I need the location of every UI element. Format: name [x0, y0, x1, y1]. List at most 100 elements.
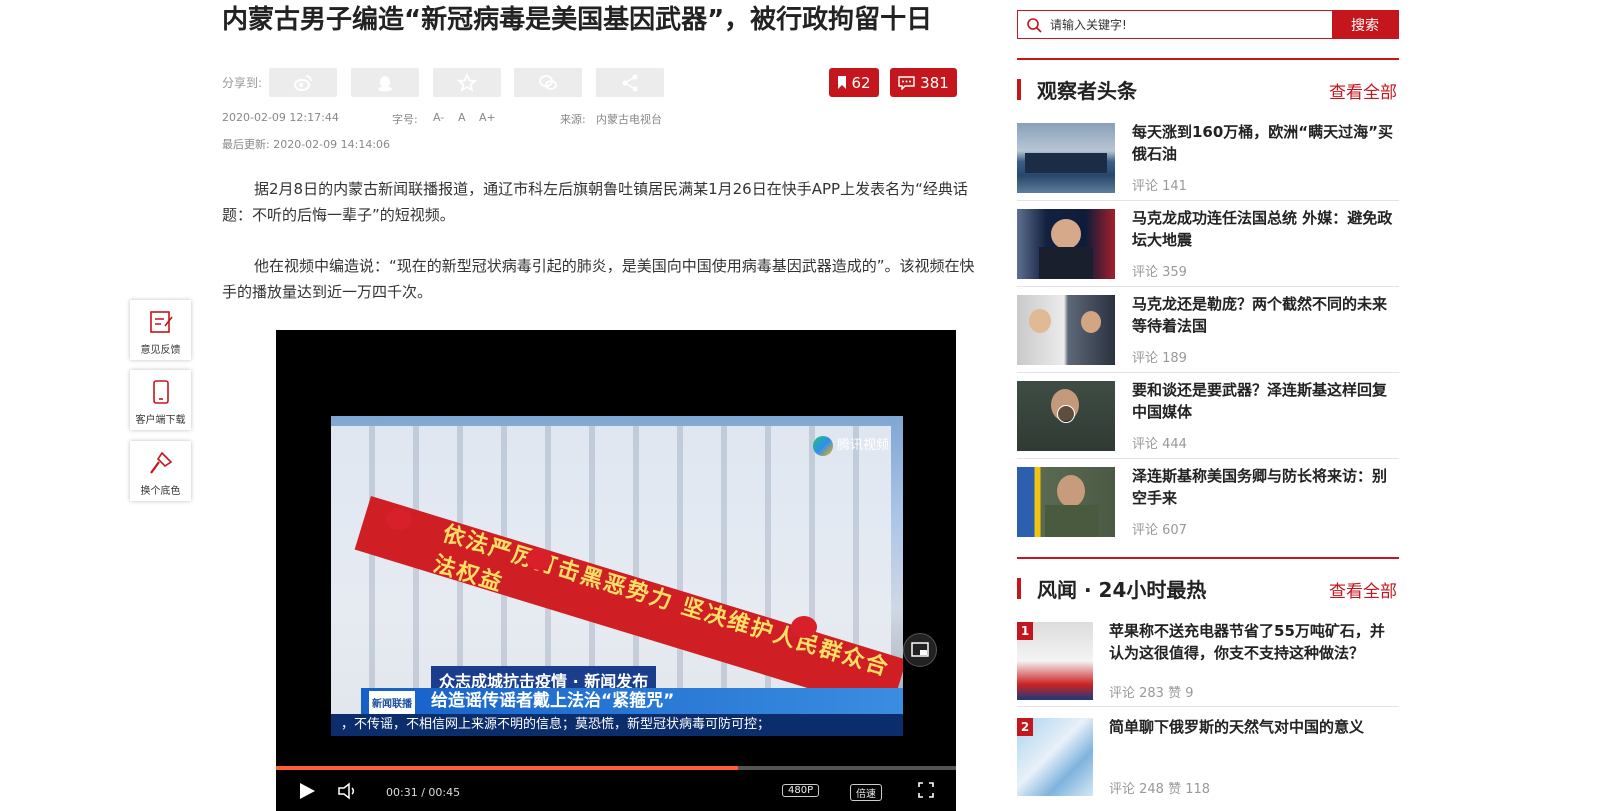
- bookmark-icon: [838, 76, 847, 89]
- hot-thumbnail[interactable]: 2: [1017, 718, 1093, 796]
- news-comments: 评论 141: [1132, 179, 1187, 194]
- rank-badge: 2: [1017, 718, 1033, 736]
- share-icon: [622, 74, 638, 91]
- publish-time: 2020-02-09 12:17:44: [222, 111, 339, 124]
- fullscreen-icon[interactable]: [918, 782, 934, 798]
- lantern: [386, 508, 412, 530]
- news-comments: 评论 444: [1132, 437, 1187, 452]
- share-qq-button[interactable]: [351, 68, 419, 97]
- see-all-hot-link[interactable]: 查看全部: [1329, 577, 1397, 602]
- hot-meta: 评论 283 赞 9: [1109, 686, 1194, 701]
- portrait-shape: [1057, 475, 1085, 507]
- update-time: 最后更新: 2020-02-09 14:14:06: [222, 138, 391, 151]
- portrait-shape: [1081, 311, 1101, 333]
- video-player[interactable]: 依法严厉打击黑恶势力 坚决维护人民群众合法权益 腾讯视频 众志成城抗击疫情 · …: [276, 330, 956, 811]
- speed-button[interactable]: 倍速: [850, 784, 882, 801]
- lantern: [791, 616, 817, 638]
- hot-item[interactable]: 1 苹果称不送充电器节省了55万吨矿石，并认为这很值得，你支不支持这种做法？ 评…: [1017, 622, 1399, 707]
- article-title: 内蒙古男子编造“新冠病毒是美国基因武器”，被行政拘留十日: [222, 5, 933, 35]
- font-normal-button[interactable]: A: [458, 111, 466, 124]
- news-comments: 评论 189: [1132, 351, 1187, 366]
- quality-button[interactable]: 480P: [782, 784, 820, 797]
- client-download-button[interactable]: 客户端下载: [130, 370, 191, 430]
- comment-count-button[interactable]: 381: [890, 68, 957, 97]
- qq-icon: [378, 75, 392, 91]
- share-more-button[interactable]: [596, 68, 664, 97]
- portrait-shape: [1039, 247, 1093, 279]
- news-thumbnail[interactable]: [1017, 295, 1115, 365]
- share-label: 分享到:: [222, 76, 263, 90]
- tool-label: 换个底色: [140, 486, 181, 497]
- play-overlay-icon: [1057, 405, 1075, 423]
- play-icon[interactable]: [298, 782, 316, 800]
- phone-icon: [152, 380, 169, 404]
- video-caption-main: 新闻联播 给造谣传谣者戴上法治“紧箍咒”: [361, 688, 903, 719]
- volume-icon[interactable]: [338, 782, 360, 800]
- video-frame[interactable]: 依法严厉打击黑恶势力 坚决维护人民群众合法权益 腾讯视频 众志成城抗击疫情 · …: [331, 416, 903, 736]
- rank-badge: 1: [1017, 622, 1033, 640]
- search-button[interactable]: 搜索: [1332, 11, 1398, 38]
- headline-item[interactable]: 要和谈还是要武器？泽连斯基这样回复中国媒体 评论 444: [1017, 381, 1399, 459]
- ship-shape: [1025, 153, 1107, 173]
- section-title-hot: 风闻 · 24小时最热: [1017, 574, 1206, 603]
- favorite-button[interactable]: [433, 68, 501, 97]
- headline-item[interactable]: 马克龙成功连任法国总统 外媒：避免政坛大地震 评论 359: [1017, 209, 1399, 287]
- search-input[interactable]: [1048, 11, 1332, 38]
- search-icon: [1027, 18, 1042, 33]
- hot-item[interactable]: 2 简单聊下俄罗斯的天然气对中国的意义 评论 248 赞 118: [1017, 718, 1399, 803]
- font-size-label: 字号:: [392, 113, 418, 126]
- hot-meta: 评论 248 赞 118: [1109, 782, 1211, 797]
- source-value: 内蒙古电视台: [596, 113, 662, 126]
- portrait-shape: [1045, 505, 1099, 537]
- share-weibo-button[interactable]: [269, 68, 337, 97]
- news-thumbnail[interactable]: [1017, 209, 1115, 279]
- weibo-icon: [294, 74, 312, 91]
- headline-item[interactable]: 每天涨到160万桶，欧洲“瞒天过海”买俄石油 评论 141: [1017, 123, 1399, 201]
- font-increase-button[interactable]: A+: [479, 111, 496, 124]
- picture-in-picture-button[interactable]: [903, 633, 937, 667]
- lantern: [526, 548, 552, 570]
- video-controls: 00:31 / 00:45 480P 倍速: [276, 770, 956, 811]
- section-divider: [1017, 58, 1399, 60]
- comment-count: 381: [920, 73, 949, 92]
- news-title[interactable]: 每天涨到160万桶，欧洲“瞒天过海”买俄石油: [1132, 121, 1397, 165]
- video-time: 00:31 / 00:45: [386, 786, 461, 799]
- font-decrease-button[interactable]: A-: [433, 111, 444, 124]
- hot-thumbnail[interactable]: 1: [1017, 622, 1093, 700]
- news-title[interactable]: 泽连斯基称美国务卿与防长将来访：别空手来: [1132, 465, 1397, 509]
- news-comments: 评论 359: [1132, 265, 1187, 280]
- comment-icon: [898, 75, 915, 90]
- share-wechat-button[interactable]: [514, 68, 582, 97]
- tencent-logo-icon: [812, 435, 833, 456]
- article-paragraph: 据2月8日的内蒙古新闻联播报道，通辽市科左后旗朝鲁吐镇居民满某1月26日在快手A…: [222, 180, 968, 224]
- hot-title[interactable]: 苹果称不送充电器节省了55万吨矿石，并认为这很值得，你支不支持这种做法？: [1109, 620, 1399, 664]
- search-bar: 搜索: [1017, 10, 1399, 39]
- news-thumbnail[interactable]: [1017, 123, 1115, 193]
- tool-label: 意见反馈: [140, 345, 181, 356]
- news-comments: 评论 607: [1132, 523, 1187, 538]
- source-label: 来源:: [560, 113, 586, 126]
- headline-item[interactable]: 马克龙还是勒庞？两个截然不同的未来等待着法国 评论 189: [1017, 295, 1399, 373]
- tool-label: 客户端下载: [135, 415, 186, 426]
- news-thumbnail[interactable]: [1017, 467, 1115, 537]
- change-background-button[interactable]: 换个底色: [130, 441, 191, 501]
- feedback-button[interactable]: 意见反馈: [130, 300, 191, 360]
- see-all-headlines-link[interactable]: 查看全部: [1329, 78, 1397, 103]
- article-paragraph: 他在视频中编造说：“现在的新型冠状病毒引起的肺炎，是美国向中国使用病毒基因武器造…: [222, 257, 975, 301]
- news-title[interactable]: 马克龙成功连任法国总统 外媒：避免政坛大地震: [1132, 207, 1397, 251]
- news-thumbnail[interactable]: [1017, 381, 1115, 451]
- portrait-shape: [1051, 219, 1081, 249]
- bookmark-count-button[interactable]: 62: [829, 68, 879, 97]
- hot-title[interactable]: 简单聊下俄罗斯的天然气对中国的意义: [1109, 716, 1399, 738]
- news-title[interactable]: 马克龙还是勒庞？两个截然不同的未来等待着法国: [1132, 293, 1397, 337]
- news-title[interactable]: 要和谈还是要武器？泽连斯基这样回复中国媒体: [1132, 379, 1397, 423]
- pip-icon: [911, 642, 929, 657]
- wechat-icon: [539, 74, 557, 90]
- feedback-icon: [149, 311, 173, 333]
- brush-icon: [149, 451, 172, 474]
- bookmark-count: 62: [851, 73, 871, 92]
- headline-item[interactable]: 泽连斯基称美国务卿与防长将来访：别空手来 评论 607: [1017, 467, 1399, 545]
- tencent-video-logo: 腾讯视频: [812, 434, 889, 456]
- video-ticker: ，不传谣，不相信网上来源不明的信息；莫恐慌，新型冠状病毒可防可控；: [331, 714, 903, 736]
- star-icon: [457, 72, 477, 92]
